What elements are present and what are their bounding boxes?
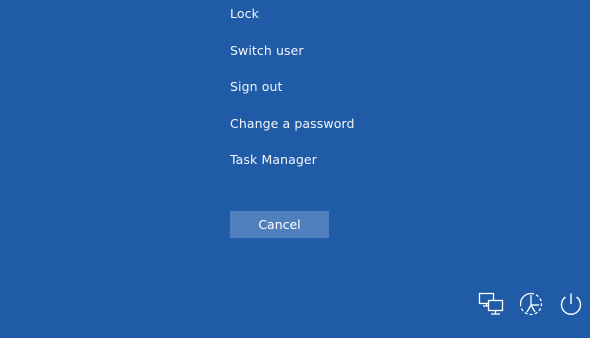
- network-icon[interactable]: [478, 291, 504, 317]
- lock-option[interactable]: Lock: [230, 6, 355, 43]
- power-icon[interactable]: [558, 291, 584, 317]
- task-manager-option[interactable]: Task Manager: [230, 152, 355, 189]
- security-options-screen: Lock Switch user Sign out Change a passw…: [0, 0, 590, 338]
- sign-out-option[interactable]: Sign out: [230, 79, 355, 116]
- accessibility-icon[interactable]: [518, 291, 544, 317]
- cancel-button[interactable]: Cancel: [230, 211, 329, 238]
- security-options-menu: Lock Switch user Sign out Change a passw…: [230, 6, 355, 189]
- switch-user-option[interactable]: Switch user: [230, 43, 355, 80]
- change-password-option[interactable]: Change a password: [230, 116, 355, 153]
